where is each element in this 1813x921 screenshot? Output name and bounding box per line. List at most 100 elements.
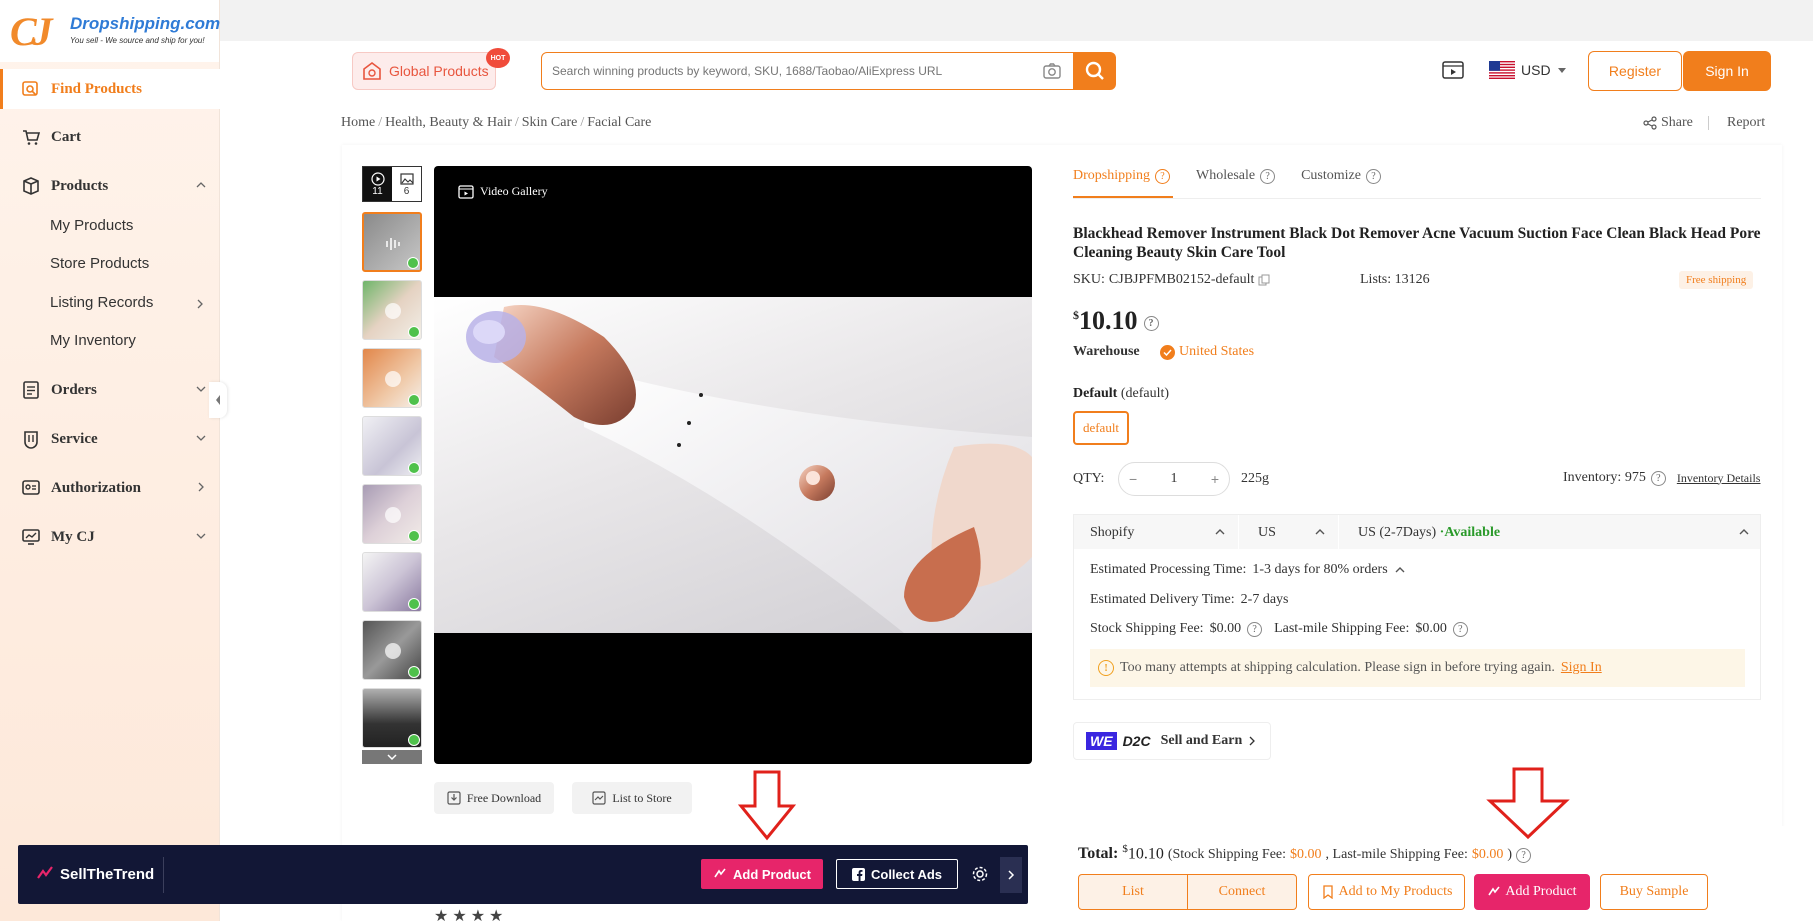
check-icon xyxy=(1160,344,1175,360)
help-icon[interactable]: ? xyxy=(1247,621,1263,637)
stt-add-product-button[interactable]: Add Product xyxy=(701,859,823,889)
list-to-store-button[interactable]: List to Store xyxy=(572,782,692,814)
stt-collapse-button[interactable] xyxy=(1000,857,1022,893)
shipping-method-select[interactable]: US (2-7Days) ·Available xyxy=(1358,525,1500,541)
video-icon xyxy=(458,184,474,199)
add-product-button[interactable]: Add Product xyxy=(1474,874,1590,910)
breadcrumb-facial-care[interactable]: Facial Care xyxy=(587,115,651,130)
help-icon[interactable]: ? xyxy=(1516,848,1532,864)
whatsapp-icon xyxy=(408,530,420,542)
sidebar-subitem-store-products[interactable]: Store Products xyxy=(50,255,149,272)
d2c-sell-and-earn-button[interactable]: WE D2C Sell and Earn xyxy=(1073,722,1271,760)
buy-sample-button[interactable]: Buy Sample xyxy=(1600,874,1708,910)
platform-select[interactable]: Shopify xyxy=(1090,525,1134,541)
whatsapp-icon xyxy=(408,326,420,338)
sidebar-item-cart[interactable]: Cart xyxy=(0,117,220,157)
help-icon[interactable]: ? xyxy=(1650,470,1666,486)
copy-icon[interactable] xyxy=(1258,274,1270,286)
warehouse-option[interactable]: United States xyxy=(1160,344,1254,360)
help-icon[interactable]: ? xyxy=(1260,168,1276,184)
video-player[interactable]: Video Gallery xyxy=(434,166,1032,764)
tab-wholesale[interactable]: Wholesale? xyxy=(1196,168,1276,184)
warning-sign-in-link[interactable]: Sign In xyxy=(1561,660,1602,676)
find-products-icon xyxy=(20,78,42,100)
gallery-thumb[interactable] xyxy=(362,348,422,408)
breadcrumb-health-beauty-hair[interactable]: Health, Beauty & Hair xyxy=(385,115,512,130)
free-download-button[interactable]: Free Download xyxy=(434,782,554,814)
help-icon[interactable]: ? xyxy=(1452,621,1468,637)
variant-option-default[interactable]: default xyxy=(1073,411,1129,445)
qty-decrement-button[interactable]: − xyxy=(1129,471,1137,487)
breadcrumb: Home / Health, Beauty & Hair / Skin Care / Fac… xyxy=(341,115,652,130)
whatsapp-icon xyxy=(408,598,420,610)
product-weight: 225g xyxy=(1241,471,1269,486)
product-title: Blackhead Remover Instrument Black Dot R… xyxy=(1073,225,1761,261)
total-price: Total: $10.10 (Stock Shipping Fee: $0.00,… xyxy=(1078,843,1532,864)
download-icon xyxy=(447,791,461,805)
camera-icon[interactable] xyxy=(1043,63,1061,79)
report-link[interactable]: Report xyxy=(1727,115,1765,131)
gallery-thumb[interactable] xyxy=(362,416,422,476)
delivery-time: Estimated Delivery Time: 2-7 days xyxy=(1090,592,1289,607)
sidebar-collapse-toggle[interactable] xyxy=(209,382,227,418)
gallery-thumb[interactable] xyxy=(362,280,422,340)
list-button[interactable]: List xyxy=(1078,874,1188,910)
sidebar-item-label: Cart xyxy=(51,128,81,145)
shipping-selectors: Shopify US US (2-7Days) ·Available xyxy=(1074,515,1760,549)
global-products-button[interactable]: Global Products xyxy=(352,52,496,90)
tab-dropshipping[interactable]: Dropshipping? xyxy=(1073,168,1170,184)
currency-selector[interactable]: USD xyxy=(1489,61,1567,79)
qty-increment-button[interactable]: + xyxy=(1211,471,1219,487)
help-icon[interactable]: ? xyxy=(1143,316,1159,331)
add-to-my-products-button[interactable]: Add to My Products xyxy=(1308,874,1465,910)
stt-collect-ads-button[interactable]: Collect Ads xyxy=(836,859,958,889)
sidebar-item-authorization[interactable]: Authorization xyxy=(0,468,220,508)
sidebar-item-products[interactable]: Products xyxy=(0,166,220,206)
us-flag-icon xyxy=(1489,61,1515,79)
warning-icon: ! xyxy=(1098,660,1114,676)
gallery-thumb[interactable] xyxy=(362,688,422,748)
image-count-tab[interactable]: 6 xyxy=(392,167,421,201)
search-button[interactable] xyxy=(1074,52,1116,90)
sidebar-item-find-products[interactable]: Find Products xyxy=(0,69,220,109)
sidebar-item-my-cj[interactable]: My CJ xyxy=(0,517,220,557)
connect-button[interactable]: Connect xyxy=(1187,874,1297,910)
sidebar-subitem-my-inventory[interactable]: My Inventory xyxy=(50,332,136,349)
shipping-box: Shopify US US (2-7Days) ·Available Estim… xyxy=(1073,514,1761,700)
sidebar-item-orders[interactable]: Orders xyxy=(0,370,220,410)
video-gallery-label[interactable]: Video Gallery xyxy=(458,184,548,199)
sidebar-subitem-my-products[interactable]: My Products xyxy=(50,217,133,234)
sellthetrend-logo[interactable]: SellTheTrend xyxy=(36,865,154,883)
register-button[interactable]: Register xyxy=(1588,51,1682,91)
video-icon[interactable] xyxy=(1442,60,1464,80)
video-count-tab[interactable]: 11 xyxy=(363,167,392,201)
chevron-up-icon[interactable] xyxy=(1394,565,1406,575)
thumbnails-scroll-down[interactable] xyxy=(362,750,422,764)
sidebar-subitem-listing-records[interactable]: Listing Records xyxy=(50,294,153,311)
gear-icon[interactable] xyxy=(971,865,989,883)
gallery-thumb[interactable] xyxy=(362,484,422,544)
sign-in-button[interactable]: Sign In xyxy=(1683,51,1771,91)
share-button[interactable]: Share xyxy=(1643,115,1693,131)
divider xyxy=(163,857,164,893)
help-icon[interactable]: ? xyxy=(1155,168,1170,184)
sellthetrend-toolbar: SellTheTrend Add Product Collect Ads xyxy=(18,845,1028,904)
qty-input[interactable]: 1 xyxy=(1171,471,1178,487)
gallery-thumb[interactable] xyxy=(362,212,422,272)
logo[interactable]: CJ Dropshipping.com You sell - We source… xyxy=(0,0,220,62)
breadcrumb-skin-care[interactable]: Skin Care xyxy=(522,115,578,130)
shipping-warning: ! Too many attempts at shipping calculat… xyxy=(1090,649,1745,687)
tab-customize[interactable]: Customize? xyxy=(1301,168,1381,184)
inventory-details-link[interactable]: Inventory Details xyxy=(1677,471,1761,486)
breadcrumb-home[interactable]: Home xyxy=(341,115,375,130)
product-video-frame xyxy=(466,305,1032,633)
search-input[interactable] xyxy=(552,64,1032,78)
shipping-fees: Stock Shipping Fee: $0.00 ? Last-mile Sh… xyxy=(1090,621,1468,637)
gallery-thumb[interactable] xyxy=(362,620,422,680)
help-icon[interactable]: ? xyxy=(1365,168,1381,184)
orders-icon xyxy=(20,379,42,401)
gallery-thumb[interactable] xyxy=(362,552,422,612)
sidebar-item-service[interactable]: Service xyxy=(0,419,220,459)
country-select[interactable]: US xyxy=(1258,525,1276,541)
share-label: Share xyxy=(1661,115,1693,130)
